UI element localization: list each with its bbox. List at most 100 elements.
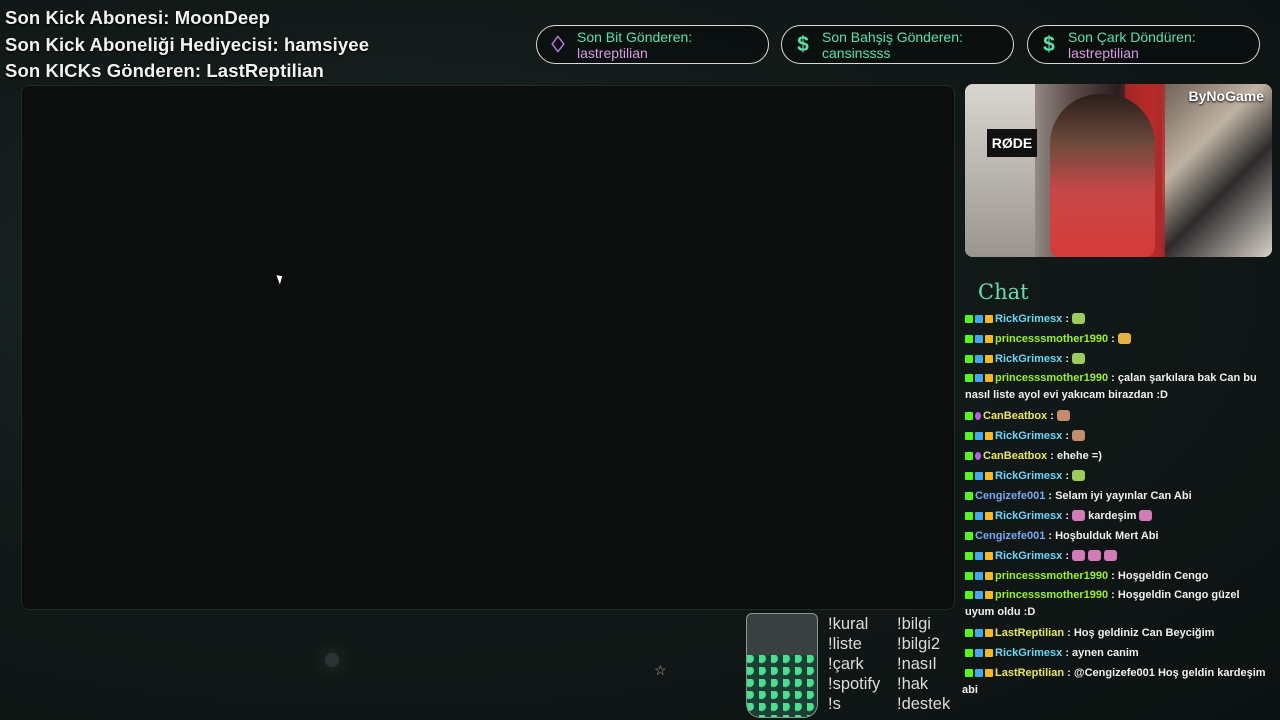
- emote-icon: [1056, 410, 1070, 421]
- screen-capture-panel: [21, 85, 955, 610]
- glow-decoration: [325, 653, 339, 667]
- mic-badge-icon: [975, 452, 981, 460]
- crown-badge-icon: [985, 355, 993, 363]
- commands-column-1: !kural !liste !çark !spotify !s: [828, 614, 880, 714]
- kick-badge-icon: [965, 355, 973, 363]
- chat-message: RickGrimesx :: [965, 349, 1271, 369]
- crown-badge-icon: [985, 335, 993, 343]
- kick-badge-icon: [965, 649, 973, 657]
- kick-badge-icon: [965, 432, 973, 440]
- command-item: !destek: [897, 695, 951, 713]
- emote-icon: [1104, 550, 1118, 561]
- kick-badge-icon: [965, 492, 973, 500]
- recent-events: Son Kick Abonesi: MoonDeep Son Kick Abon…: [5, 5, 369, 85]
- crown-badge-icon: [985, 629, 993, 637]
- crown-badge-icon: [985, 591, 993, 599]
- chat-message: CanBeatbox :: [965, 406, 1271, 426]
- command-item: !kural: [828, 615, 869, 633]
- sub-badge-icon: [975, 512, 983, 520]
- pill-value: cansinssss: [822, 44, 891, 61]
- sub-badge-icon: [975, 591, 983, 599]
- last-subscriber: Son Kick Abonesi: MoonDeep: [5, 7, 271, 28]
- sub-badge-icon: [975, 629, 983, 637]
- kick-badge-icon: [965, 315, 973, 323]
- kick-badge-icon: [965, 412, 973, 420]
- sub-badge-icon: [975, 315, 983, 323]
- chat-message: RickGrimesx :: [965, 546, 1271, 566]
- chat-message: Cengizefe001 : Selam iyi yayınlar Can Ab…: [965, 486, 1271, 506]
- chat-message: LastReptilian : Hoş geldiniz Can Beyciği…: [965, 623, 1271, 643]
- last-kicks-sender: Son KICKs Gönderen: LastReptilian: [5, 60, 324, 81]
- kicks-jar: [746, 613, 818, 718]
- emote-icon: [1072, 550, 1086, 561]
- chat-message: princesssmother1990 : çalan şarkılara ba…: [965, 372, 1257, 401]
- chat-message: RickGrimesx : aynen canim: [965, 643, 1271, 663]
- crown-badge-icon: [985, 552, 993, 560]
- emote-icon: [1072, 510, 1086, 521]
- mouse-cursor-icon: [276, 273, 285, 285]
- star-icon: ☆: [654, 662, 667, 678]
- emote-icon: [1072, 470, 1086, 481]
- sub-badge-icon: [975, 472, 983, 480]
- chat-message: RickGrimesx : kardeşim: [965, 506, 1271, 526]
- pill-value: lastreptilian: [1068, 44, 1139, 61]
- chat-overflow-text: abi: [962, 684, 978, 696]
- command-item: !hak: [897, 675, 929, 693]
- diamond-icon: ♢: [548, 31, 568, 57]
- chat-message: RickGrimesx :: [965, 426, 1271, 446]
- emote-icon: [1072, 430, 1086, 441]
- last-bit-sender-pill: ♢ Son Bit Gönderen: lastreptilian: [536, 25, 769, 64]
- crown-badge-icon: [985, 512, 993, 520]
- chat-message: LastReptilian : @Cengizefe001 Hoş geldin…: [965, 663, 1271, 683]
- kick-badge-icon: [965, 512, 973, 520]
- kick-badge-icon: [965, 335, 973, 343]
- crown-badge-icon: [985, 432, 993, 440]
- sub-badge-icon: [975, 669, 983, 677]
- kick-badge-icon: [965, 629, 973, 637]
- command-item: !liste: [828, 635, 862, 653]
- crown-badge-icon: [985, 572, 993, 580]
- crown-badge-icon: [985, 374, 993, 382]
- command-item: !çark: [828, 655, 864, 673]
- last-wheel-spinner-pill: $ Son Çark Döndüren: lastreptilian: [1027, 25, 1260, 64]
- command-item: !bilgi: [897, 615, 931, 633]
- emote-icon: [1088, 550, 1102, 561]
- kick-badge-icon: [965, 669, 973, 677]
- kick-badge-icon: [965, 572, 973, 580]
- chat-message: princesssmother1990 :: [965, 329, 1271, 349]
- kick-badge-icon: [965, 532, 973, 540]
- command-item: !spotify: [828, 675, 881, 693]
- command-item: !nasıl: [897, 655, 937, 673]
- chat-message: princesssmother1990 : Hoşgeldin Cengo: [965, 566, 1271, 586]
- emote-icon: [1072, 313, 1086, 324]
- chat-message: RickGrimesx :: [965, 466, 1271, 486]
- dollar-icon: $: [1043, 32, 1055, 56]
- brand-watermark: ByNoGame: [1188, 88, 1264, 104]
- emote-icon: [1139, 510, 1153, 521]
- webcam-feed: RØDE ByNoGame: [965, 84, 1272, 257]
- chat-message: princesssmother1990 : Hoşgeldin Cango gü…: [965, 589, 1240, 618]
- chat-message: RickGrimesx :: [965, 309, 1271, 329]
- sub-badge-icon: [975, 572, 983, 580]
- crown-badge-icon: [985, 315, 993, 323]
- commands-column-2: !bilgi !bilgi2 !nasıl !hak !destek: [897, 614, 950, 714]
- kick-badge-icon: [965, 374, 973, 382]
- sub-badge-icon: [975, 552, 983, 560]
- chat-title: Chat: [978, 280, 1029, 304]
- sub-badge-icon: [975, 355, 983, 363]
- chat-message: CanBeatbox : ehehe =): [965, 446, 1271, 466]
- microphone-label: RØDE: [987, 129, 1037, 157]
- streamer: [1050, 94, 1155, 257]
- last-tip-sender-pill: $ Son Bahşiş Gönderen: cansinssss: [781, 25, 1014, 64]
- dollar-icon: $: [797, 32, 809, 56]
- command-item: !bilgi2: [897, 635, 941, 653]
- kick-badge-icon: [965, 552, 973, 560]
- sub-badge-icon: [975, 432, 983, 440]
- crown-badge-icon: [985, 649, 993, 657]
- chat-message: Cengizefe001 : Hoşbulduk Mert Abi: [965, 526, 1271, 546]
- chat-list: RickGrimesx : princesssmother1990 : Rick…: [965, 309, 1271, 683]
- emote-icon: [1117, 333, 1131, 344]
- sub-badge-icon: [975, 649, 983, 657]
- kick-badge-icon: [965, 591, 973, 599]
- sub-badge-icon: [975, 335, 983, 343]
